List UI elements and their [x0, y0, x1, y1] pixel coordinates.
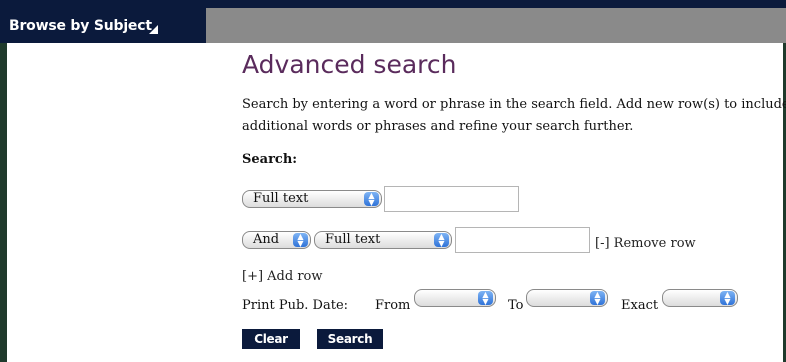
remove-row-link[interactable]: [-] Remove row [595, 236, 696, 251]
row2-search-input[interactable] [455, 227, 590, 253]
to-label: To [508, 298, 524, 313]
select-arrows-icon: ▲ ▼ [364, 192, 379, 207]
select-arrows-icon: ▲ ▼ [293, 233, 308, 248]
page-title: Advanced search [242, 50, 457, 79]
top-nav-bar: Browse by Subject [0, 0, 786, 43]
select-arrows-icon: ▲ ▼ [478, 291, 493, 306]
browse-by-subject-menu[interactable]: Browse by Subject [0, 0, 206, 43]
search-button[interactable]: Search [317, 329, 383, 349]
row2-field-select[interactable]: Full text ▲ ▼ [314, 231, 452, 249]
window-frame-left [0, 0, 7, 362]
row1-field-value: Full text [253, 191, 309, 206]
row2-field-value: Full text [325, 232, 381, 247]
date-to-select[interactable]: ▲ ▼ [526, 289, 608, 307]
search-label: Search: [242, 152, 298, 167]
date-from-select[interactable]: ▲ ▼ [414, 289, 496, 307]
select-arrows-icon: ▲ ▼ [720, 291, 735, 306]
select-arrows-icon: ▲ ▼ [434, 233, 449, 248]
print-pub-date-label: Print Pub. Date: [242, 298, 349, 313]
row1-search-input[interactable] [384, 186, 519, 212]
row2-operator-value: And [253, 232, 280, 247]
row2-operator-select[interactable]: And ▲ ▼ [242, 231, 311, 249]
date-exact-select[interactable]: ▲ ▼ [662, 289, 738, 307]
exact-label: Exact [621, 298, 659, 313]
search-instructions: Search by entering a word or phrase in t… [242, 97, 786, 134]
clear-button[interactable]: Clear [242, 329, 300, 349]
row1-field-select[interactable]: Full text ▲ ▼ [242, 190, 382, 208]
caret-icon [149, 25, 158, 34]
toolbar-grey [206, 8, 786, 43]
from-label: From [375, 298, 411, 313]
browse-by-subject-label: Browse by Subject [9, 18, 152, 34]
add-row-link[interactable]: [+] Add row [242, 269, 323, 284]
select-arrows-icon: ▲ ▼ [590, 291, 605, 306]
